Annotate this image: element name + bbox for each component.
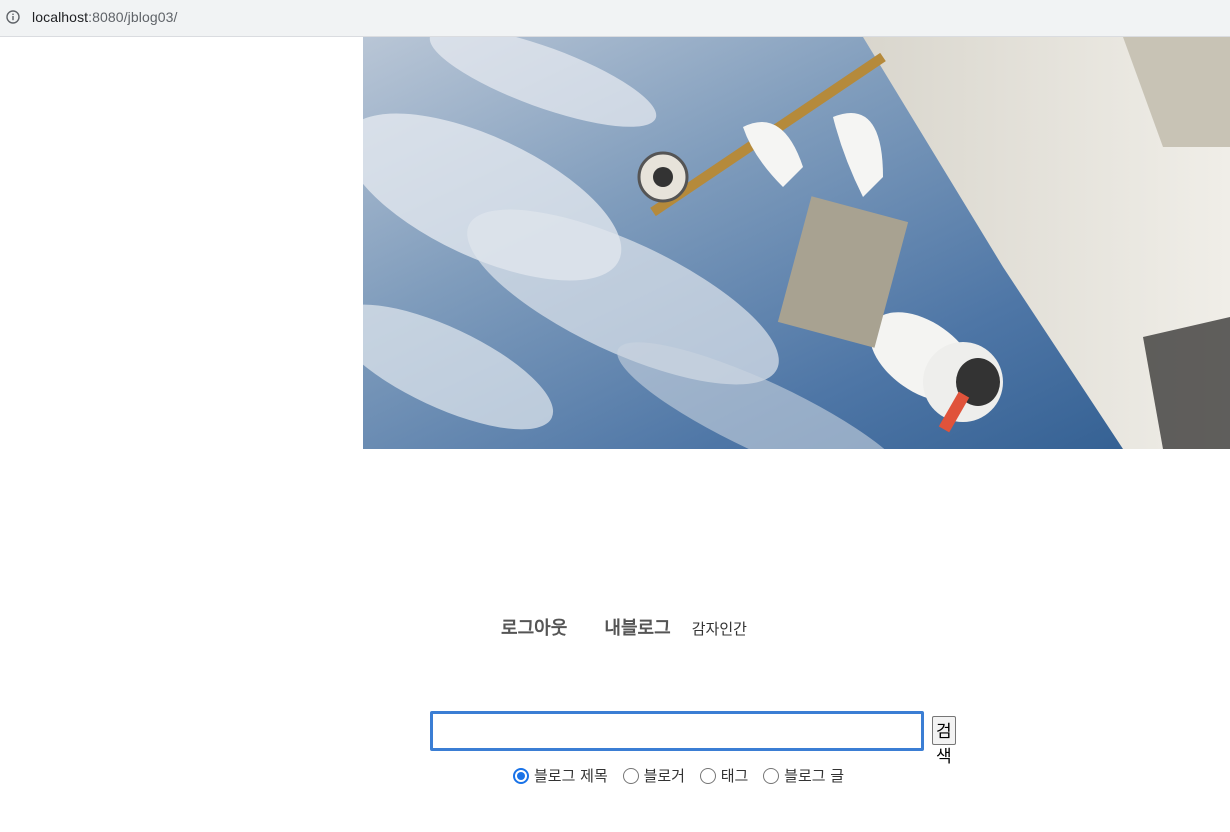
radio-blog-title[interactable] (513, 767, 529, 784)
radio-label-tag: 태그 (720, 767, 749, 785)
search-type-blogger[interactable]: 블로거 (622, 765, 685, 786)
url-text[interactable]: localhost:8080/jblog03/ (32, 9, 178, 25)
logout-link[interactable]: 로그아웃 (501, 614, 567, 640)
top-menu: 로그아웃 내블로그 감자인간 (0, 614, 1230, 640)
radio-tag[interactable] (699, 767, 716, 784)
search-type-blog-title[interactable]: 블로그 제목 (513, 765, 608, 786)
astronaut-spacewalk-image (363, 37, 1230, 449)
radio-blogger[interactable] (622, 767, 639, 784)
search-type-options: 블로그 제목 블로거 태그 블로그 글 (513, 765, 854, 788)
url-host: localhost (32, 9, 89, 25)
search-button[interactable]: 검색 (932, 716, 956, 767)
radio-label-blogger: 블로거 (643, 767, 685, 785)
search-type-blog-post[interactable]: 블로그 글 (763, 765, 844, 786)
search-type-tag[interactable]: 태그 (699, 765, 749, 786)
my-blog-link[interactable]: 내블로그 (604, 614, 670, 640)
url-path: :8080/jblog03/ (88, 9, 178, 25)
radio-blog-post[interactable] (763, 767, 780, 784)
radio-label-blog-post: 블로그 글 (784, 767, 845, 785)
username-text: 감자인간 (691, 620, 747, 638)
radio-label-blog-title: 블로그 제목 (534, 767, 608, 785)
search-input[interactable] (430, 711, 924, 751)
banner-image (363, 37, 1230, 449)
address-bar[interactable]: localhost:8080/jblog03/ (0, 0, 1230, 37)
info-circle-icon[interactable] (6, 10, 20, 24)
